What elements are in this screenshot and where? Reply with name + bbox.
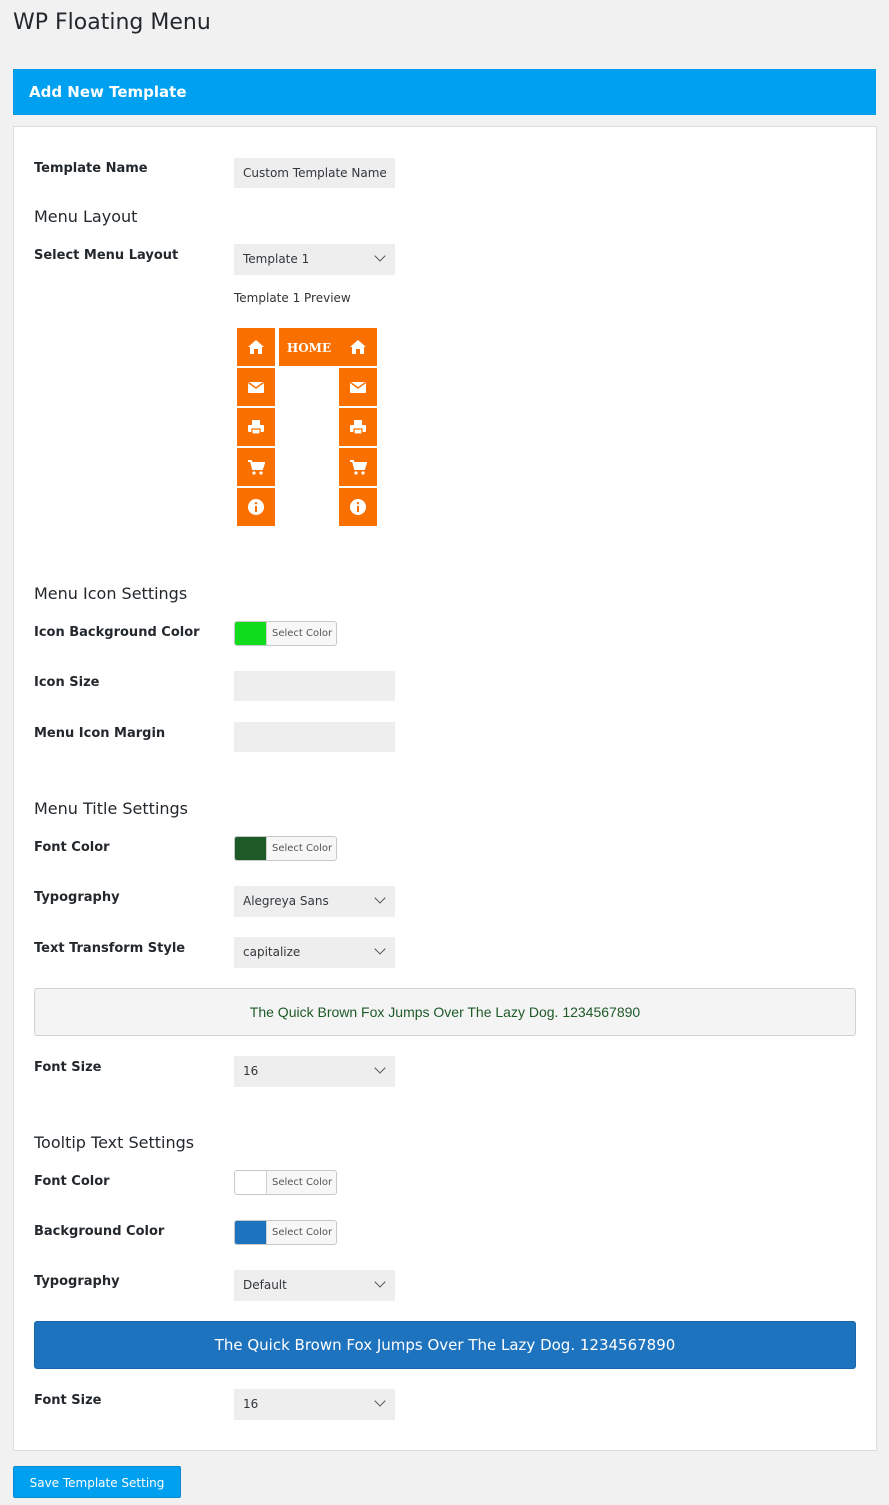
tooltip-bg-color-label: Background Color bbox=[34, 1224, 165, 1239]
select-color-label: Select Color bbox=[272, 1227, 333, 1238]
preview-right-mail-tile bbox=[339, 368, 377, 406]
home-icon bbox=[248, 340, 264, 354]
icon-size-label: Icon Size bbox=[34, 675, 100, 690]
menu-icon-settings-heading: Menu Icon Settings bbox=[34, 584, 188, 603]
chevron-down-icon bbox=[374, 1062, 386, 1074]
title-typography-select[interactable]: Alegreya Sans bbox=[234, 886, 395, 917]
tooltip-sample-preview: The Quick Brown Fox Jumps Over The Lazy … bbox=[34, 1321, 856, 1369]
settings-panel bbox=[13, 126, 877, 1451]
menu-layout-select-value: Template 1 bbox=[243, 252, 310, 266]
envelope-icon bbox=[350, 381, 366, 393]
select-color-label: Select Color bbox=[272, 628, 333, 639]
tooltip-font-size-select[interactable]: 16 bbox=[234, 1389, 395, 1420]
tooltip-font-color-picker[interactable]: Select Color bbox=[234, 1170, 337, 1195]
preview-home-text: HOME bbox=[286, 341, 332, 355]
icon-size-input[interactable] bbox=[234, 671, 395, 701]
tooltip-font-size-label: Font Size bbox=[34, 1393, 102, 1408]
cart-icon bbox=[350, 460, 367, 475]
preview-right-print-tile bbox=[339, 408, 377, 446]
text-transform-value: capitalize bbox=[243, 945, 301, 959]
preview-home-label-tile: HOME bbox=[279, 328, 339, 366]
preview-left-print-tile bbox=[237, 408, 275, 446]
icon-bg-color-picker[interactable]: Select Color bbox=[234, 621, 337, 646]
menu-icon-margin-input[interactable] bbox=[234, 722, 395, 752]
chevron-down-icon bbox=[374, 1276, 386, 1288]
page-title: WP Floating Menu bbox=[13, 10, 211, 35]
color-swatch bbox=[235, 1221, 266, 1244]
title-font-color-picker[interactable]: Select Color bbox=[234, 836, 337, 861]
preview-right-cart-tile bbox=[339, 448, 377, 486]
select-color-label: Select Color bbox=[272, 1177, 333, 1188]
select-menu-layout-label: Select Menu Layout bbox=[34, 248, 179, 263]
print-icon bbox=[350, 420, 366, 435]
home-icon bbox=[350, 340, 366, 354]
tooltip-settings-heading: Tooltip Text Settings bbox=[34, 1133, 195, 1152]
envelope-icon bbox=[248, 381, 264, 393]
template-preview-label: Template 1 Preview bbox=[234, 291, 351, 305]
preview-right-info-tile bbox=[339, 488, 377, 526]
add-template-header: Add New Template bbox=[13, 69, 876, 115]
menu-title-settings-heading: Menu Title Settings bbox=[34, 799, 189, 818]
preview-left-info-tile bbox=[237, 488, 275, 526]
tooltip-typography-select[interactable]: Default bbox=[234, 1270, 395, 1301]
print-icon bbox=[248, 420, 264, 435]
color-swatch bbox=[235, 837, 266, 860]
title-font-size-label: Font Size bbox=[34, 1060, 102, 1075]
template-name-input[interactable] bbox=[234, 158, 395, 188]
color-swatch bbox=[235, 1171, 266, 1194]
chevron-down-icon bbox=[374, 943, 386, 955]
preview-left-cart-tile bbox=[237, 448, 275, 486]
chevron-down-icon bbox=[374, 892, 386, 904]
title-typography-value: Alegreya Sans bbox=[243, 894, 329, 908]
info-icon bbox=[350, 499, 366, 515]
title-font-size-select[interactable]: 16 bbox=[234, 1056, 395, 1087]
save-template-button[interactable]: Save Template Setting bbox=[13, 1466, 181, 1498]
chevron-down-icon bbox=[374, 1395, 386, 1407]
text-transform-select[interactable]: capitalize bbox=[234, 937, 395, 968]
title-font-color-label: Font Color bbox=[34, 840, 110, 855]
icon-bg-color-label: Icon Background Color bbox=[34, 625, 200, 640]
menu-layout-heading: Menu Layout bbox=[34, 207, 138, 226]
chevron-down-icon bbox=[374, 250, 386, 262]
color-swatch bbox=[235, 622, 266, 645]
select-color-label: Select Color bbox=[272, 843, 333, 854]
tooltip-typography-label: Typography bbox=[34, 1274, 120, 1289]
tooltip-font-color-label: Font Color bbox=[34, 1174, 110, 1189]
title-sample-preview: The Quick Brown Fox Jumps Over The Lazy … bbox=[34, 988, 856, 1036]
template-name-label: Template Name bbox=[34, 161, 148, 176]
menu-layout-select[interactable]: Template 1 bbox=[234, 244, 395, 275]
tooltip-typography-value: Default bbox=[243, 1278, 287, 1292]
text-transform-label: Text Transform Style bbox=[34, 941, 186, 956]
preview-right-home-tile bbox=[339, 328, 377, 366]
tooltip-bg-color-picker[interactable]: Select Color bbox=[234, 1220, 337, 1245]
cart-icon bbox=[248, 460, 265, 475]
title-font-size-value: 16 bbox=[243, 1064, 259, 1078]
info-icon bbox=[248, 499, 264, 515]
menu-icon-margin-label: Menu Icon Margin bbox=[34, 726, 166, 741]
title-typography-label: Typography bbox=[34, 890, 120, 905]
preview-left-mail-tile bbox=[237, 368, 275, 406]
tooltip-font-size-value: 16 bbox=[243, 1397, 259, 1411]
preview-left-home-tile bbox=[237, 328, 275, 366]
